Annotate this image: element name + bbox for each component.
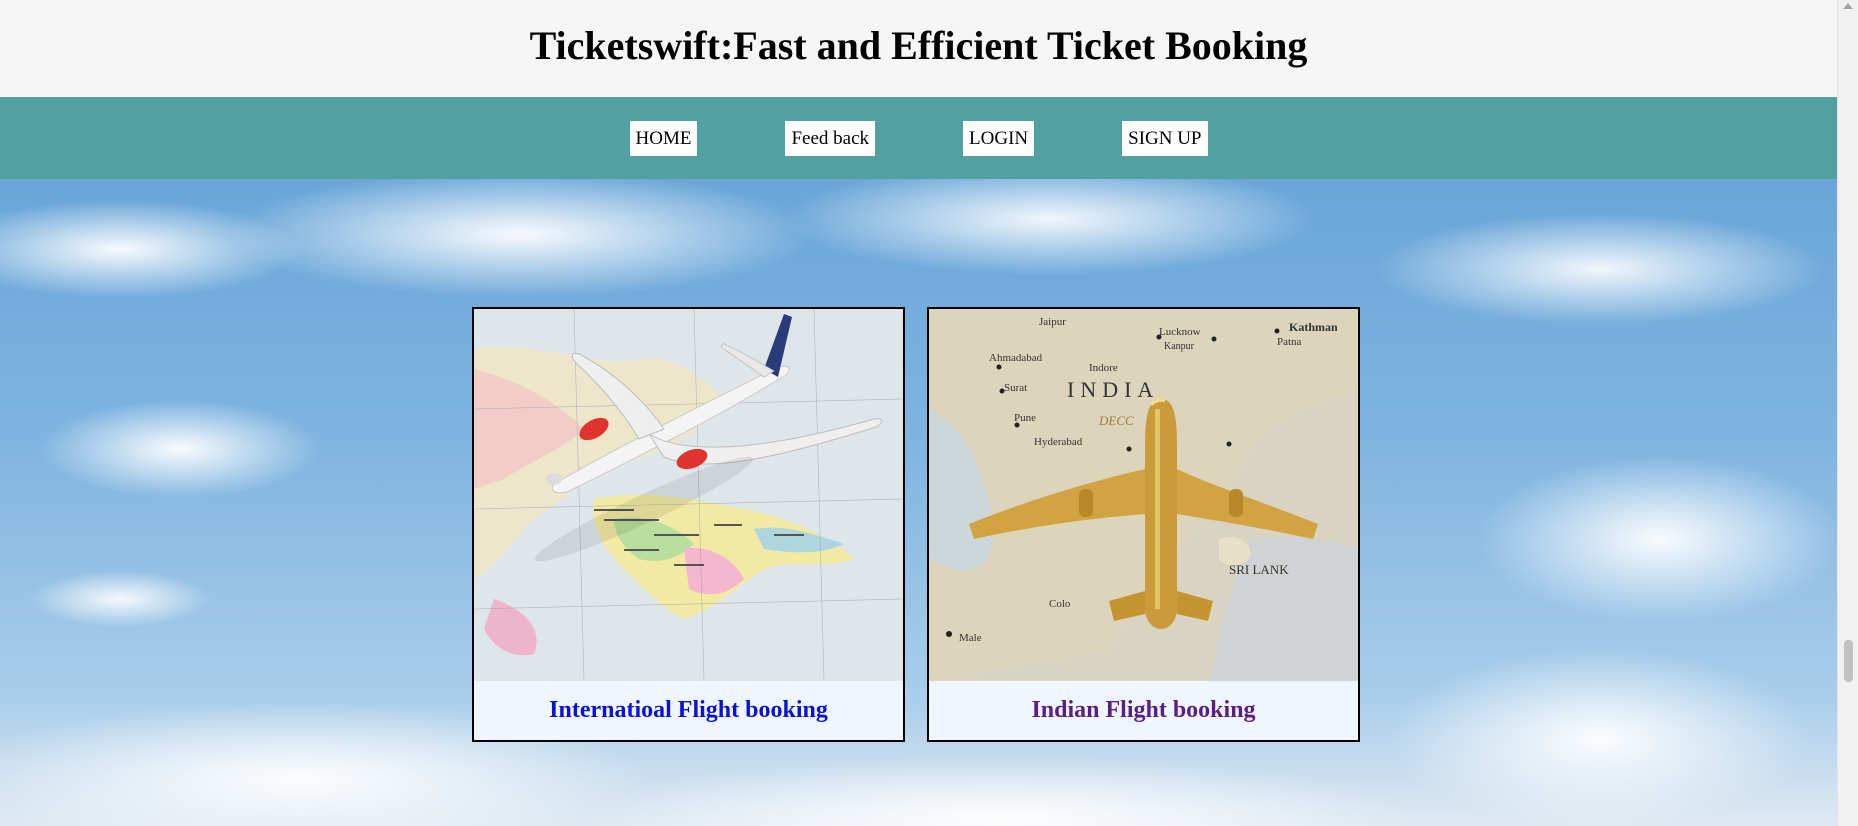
world-map-airplane-image: [474, 309, 903, 681]
indian-flight-card[interactable]: Jaipur Lucknow Kanpur Patna Kathman Ahma…: [927, 307, 1360, 742]
svg-text:Kanpur: Kanpur: [1164, 341, 1195, 352]
scroll-thumb[interactable]: [1844, 640, 1853, 682]
scroll-up-arrow-icon[interactable]: [1843, 3, 1853, 9]
svg-text:Kathman: Kathman: [1289, 320, 1338, 334]
svg-text:Surat: Surat: [1004, 382, 1027, 394]
svg-text:Lucknow: Lucknow: [1159, 326, 1201, 338]
sky-background: [0, 179, 1837, 826]
international-flight-card[interactable]: Internatioal Flight booking: [472, 307, 905, 742]
indian-flight-booking-link[interactable]: Indian Flight booking: [929, 681, 1358, 740]
nav-feedback-link[interactable]: Feed back: [785, 120, 876, 156]
main-nav: HOME Feed back LOGIN SIGN UP: [0, 97, 1837, 179]
svg-text:INDIA: INDIA: [1067, 377, 1159, 402]
site-title: Ticketswift:Fast and Efficient Ticket Bo…: [529, 23, 1308, 68]
nav-signup-link[interactable]: SIGN UP: [1122, 120, 1208, 156]
svg-text:Ahmadabad: Ahmadabad: [989, 352, 1043, 364]
svg-text:Pune: Pune: [1014, 412, 1036, 424]
svg-text:Jaipur: Jaipur: [1039, 316, 1066, 328]
international-flight-booking-link[interactable]: Internatioal Flight booking: [474, 681, 903, 740]
india-map-gold-airplane-image: Jaipur Lucknow Kanpur Patna Kathman Ahma…: [929, 309, 1358, 681]
svg-text:Hyderabad: Hyderabad: [1034, 436, 1083, 448]
site-header: Ticketswift:Fast and Efficient Ticket Bo…: [0, 0, 1837, 97]
page-scrollbar[interactable]: [1837, 0, 1858, 826]
nav-login-link[interactable]: LOGIN: [963, 120, 1035, 156]
svg-text:SRI LANK: SRI LANK: [1229, 562, 1289, 577]
nav-home-link[interactable]: HOME: [629, 120, 698, 156]
svg-text:Patna: Patna: [1277, 336, 1302, 348]
svg-text:Male: Male: [959, 632, 982, 644]
svg-text:DECC: DECC: [1098, 413, 1134, 428]
svg-text:Colo: Colo: [1049, 598, 1071, 610]
svg-text:Indore: Indore: [1089, 362, 1118, 374]
